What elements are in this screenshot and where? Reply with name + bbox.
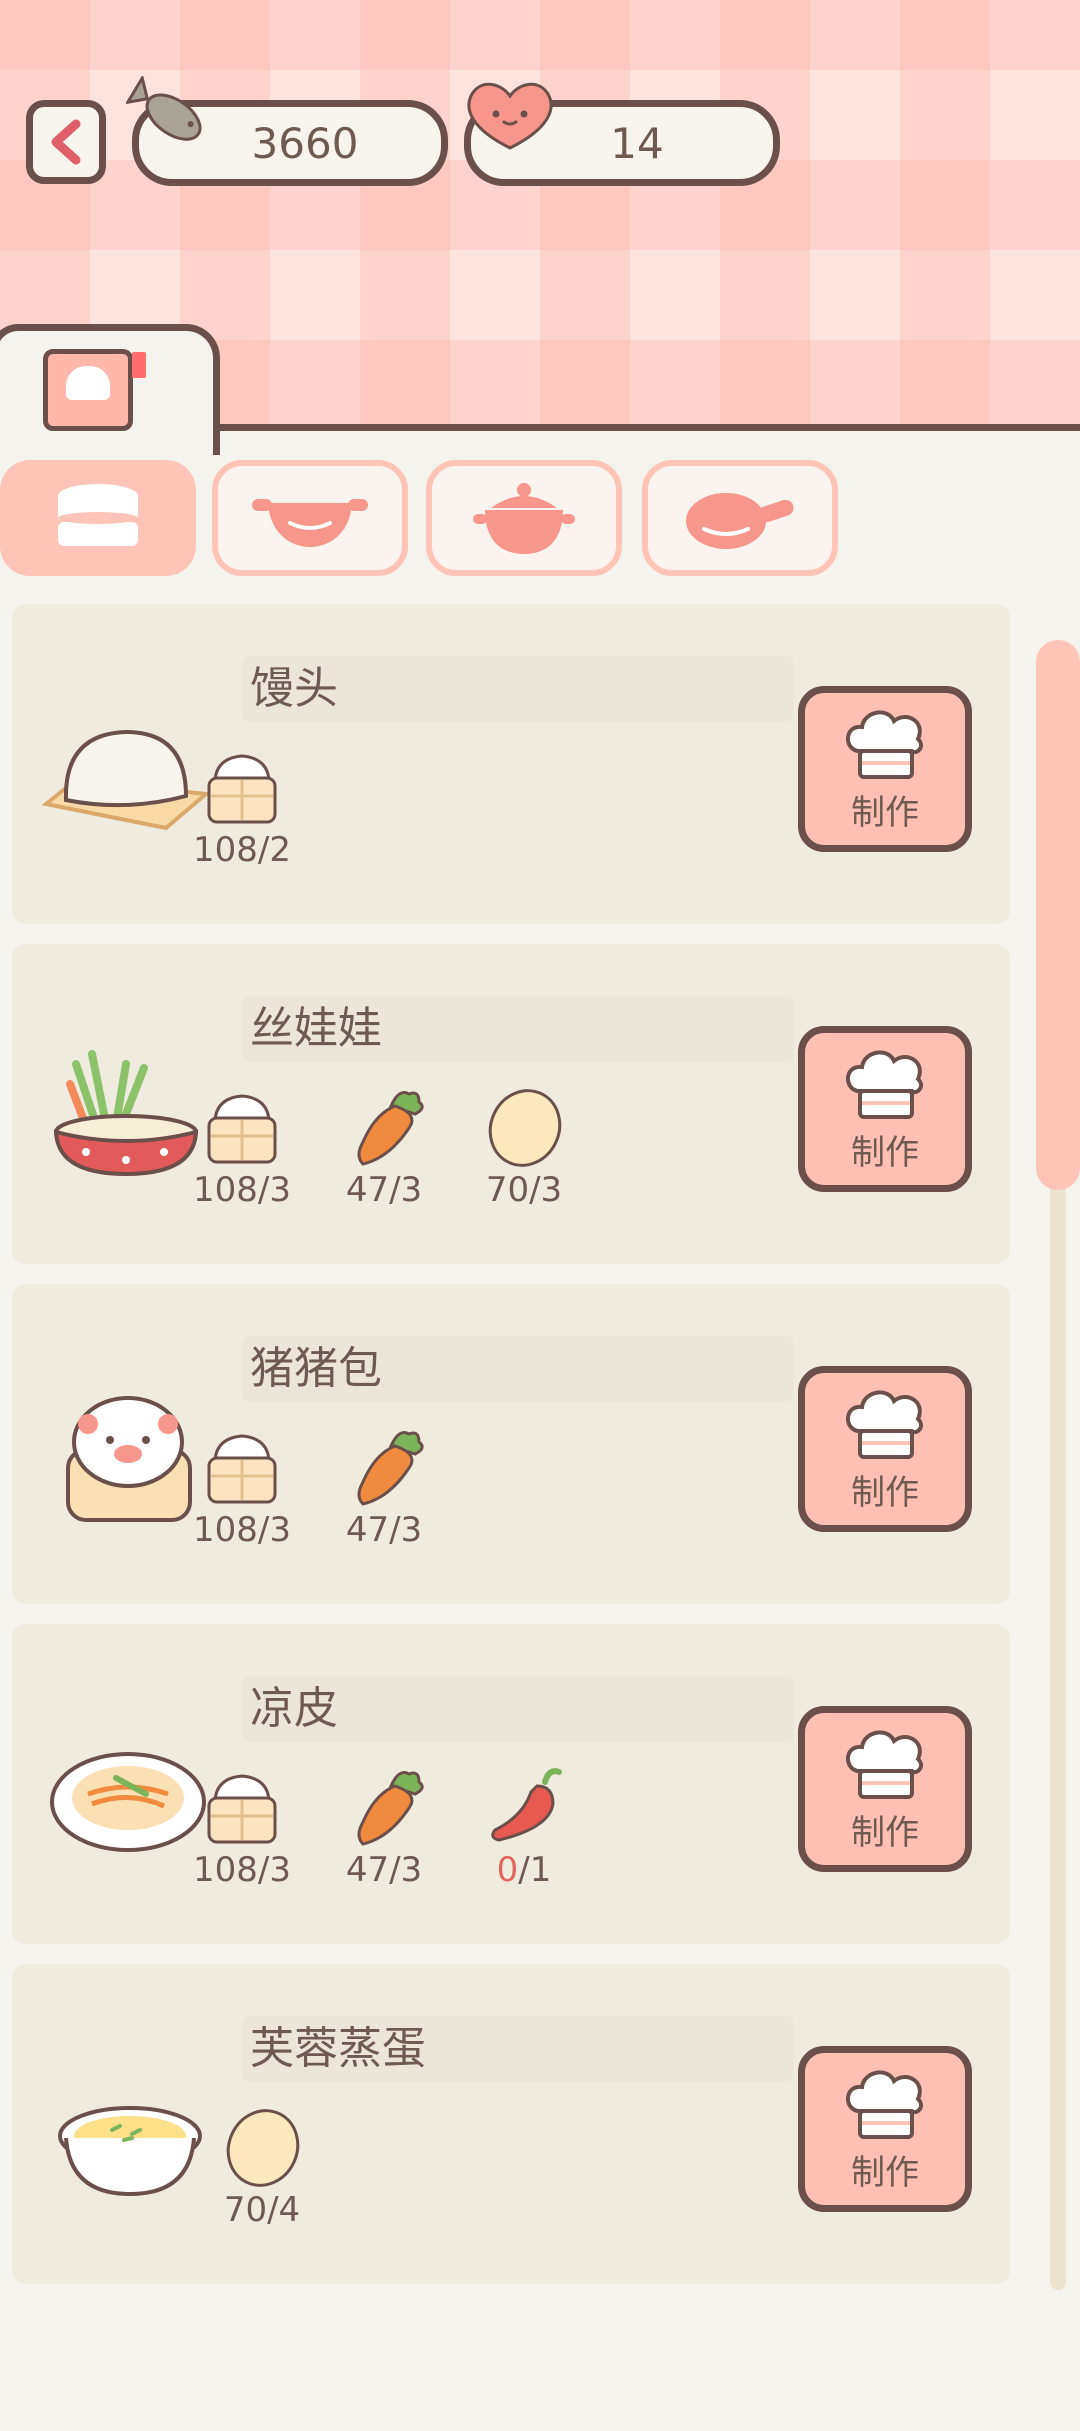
recipe-card-mantou: 馒头 108/2 制作 [12,604,1010,924]
carrot-icon [357,1431,424,1506]
make-button-steamed-egg[interactable]: 制作 [798,2046,972,2212]
chef-hat-icon [846,710,923,779]
make-label: 制作 [851,1132,919,1173]
ingredient-egg: 70/3 [464,1084,584,1210]
ingredient-flour: 108/3 [182,1764,302,1890]
chevron-left-icon [51,119,81,165]
ingredient-qty: 47/3 [345,1850,423,1890]
make-label: 制作 [851,1812,919,1853]
ingredient-carrot: 47/3 [324,1764,444,1890]
category-tab-steamer[interactable] [0,460,196,576]
flour-icon [207,1774,277,1844]
fish-icon [126,76,202,141]
ingredient-qty: 108/3 [192,1850,291,1890]
flour-icon [207,1094,277,1164]
ingredient-carrot: 47/3 [324,1084,444,1210]
recipe-name: 馒头 [250,663,338,714]
recipe-card-liangpi: 凉皮 108/3 47/3 0/1 制作 [12,1624,1010,1944]
make-button-liangpi[interactable]: 制作 [798,1706,972,1872]
recipe-name: 猪猪包 [250,1343,382,1394]
ingredient-flour: 108/3 [182,1424,302,1550]
carrot-icon [357,1091,424,1166]
ingredient-flour: 108/2 [182,744,302,870]
carrot-icon [357,1771,424,1846]
recipe-book-icon [43,349,146,431]
ingredient-chili: 0/1 [464,1764,584,1890]
chef-hat-icon [846,1390,923,1459]
make-label: 制作 [851,2152,919,2193]
scrollbar-thumb[interactable] [1036,640,1080,1190]
flour-icon [207,1434,277,1504]
recipe-card-pig-bun: 猪猪包 108/3 47/3 制作 [12,1284,1010,1604]
recipe-name: 凉皮 [250,1683,338,1734]
recipe-name: 芙蓉蒸蛋 [250,2023,426,2074]
ingredient-qty: 47/3 [345,1170,423,1210]
ingredient-qty: 70/4 [223,2190,301,2230]
ingredient-qty: 47/3 [345,1510,423,1550]
ingredient-qty: 70/3 [485,1170,563,1210]
make-button-mantou[interactable]: 制作 [798,686,972,852]
ingredient-qty: 0/1 [496,1850,552,1890]
chili-icon [491,1768,562,1842]
chef-hat-icon [846,1050,923,1119]
ingredient-qty: 108/2 [192,830,291,870]
recipe-card-siwawa: 丝娃娃 108/3 47/3 70/3 制作 [12,944,1010,1264]
pot-icon [473,483,575,554]
wok-icon [252,499,368,547]
chef-hat-icon [846,1730,923,1799]
heart-face-icon [467,82,553,150]
egg-icon [226,2109,300,2187]
fish-count: 3660 [251,118,359,168]
make-button-pig-bun[interactable]: 制作 [798,1366,972,1532]
category-tab-pan[interactable] [642,460,838,576]
make-label: 制作 [851,1472,919,1513]
make-label: 制作 [851,792,919,833]
ingredient-qty: 108/3 [192,1170,291,1210]
ingredient-flour: 108/3 [182,1084,302,1210]
steamer-icon [58,484,138,546]
egg-icon [488,1089,562,1167]
recipe-book-tab[interactable] [0,324,220,455]
steamed-egg-icon [58,2106,202,2197]
flour-icon [207,754,277,824]
recipe-card-steamed-egg: 芙蓉蒸蛋 70/4 制作 [12,1964,1010,2284]
chef-hat-icon [846,2070,923,2139]
pan-icon [686,493,794,549]
make-button-siwawa[interactable]: 制作 [798,1026,972,1192]
ingredient-carrot: 47/3 [324,1424,444,1550]
heart-count: 14 [610,118,664,168]
recipe-name: 丝娃娃 [250,1003,382,1054]
ingredient-egg: 70/4 [202,2104,322,2230]
ingredient-qty: 108/3 [192,1510,291,1550]
category-tab-wok[interactable] [212,460,408,576]
category-tab-pot[interactable] [426,460,622,576]
back-button[interactable] [26,100,106,184]
